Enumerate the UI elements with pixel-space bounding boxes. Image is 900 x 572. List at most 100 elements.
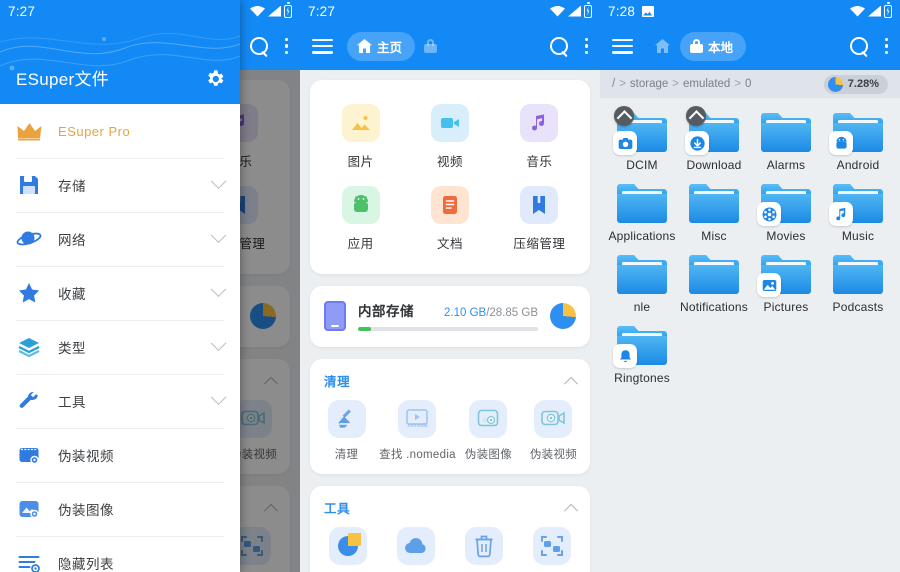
lan-icon	[533, 527, 571, 565]
drawer-item-1[interactable]: 存储	[0, 158, 240, 212]
file-item-2[interactable]: Alarms	[750, 110, 822, 173]
file-item-5[interactable]: Misc	[678, 181, 750, 244]
breadcrumb-separator: >	[734, 78, 742, 90]
floppy-icon	[16, 172, 42, 198]
drawer-item-2[interactable]: 网络	[0, 212, 240, 266]
battery-icon	[584, 2, 592, 18]
drawer-item-8[interactable]: 隐藏列表	[0, 536, 240, 572]
music-icon	[520, 104, 559, 142]
drawer-item-list: ESuper Pro 存储网络收藏 类型 工具 伪装视频 伪装图像 隐藏列表	[0, 104, 240, 572]
status-clock: 7:28	[608, 3, 636, 19]
status-icons	[550, 2, 592, 18]
pie-chart-icon[interactable]	[550, 302, 576, 329]
cloud-icon	[397, 527, 435, 565]
tool-2[interactable]: 伪装图像	[456, 400, 521, 462]
chevron-down-icon[interactable]	[210, 172, 227, 189]
category-2[interactable]: 音乐	[495, 96, 584, 178]
gear-icon[interactable]	[204, 68, 226, 90]
status-bar: 7:27	[300, 0, 600, 22]
drawer-item-label: 网络	[58, 233, 86, 248]
hamburger-icon[interactable]	[312, 38, 333, 54]
storage-row[interactable]: 内部存储 2.10 GB/28.85 GB	[310, 286, 590, 347]
file-item-10[interactable]: Pictures	[750, 252, 822, 315]
disguise-video-icon	[16, 442, 42, 468]
drawer-item-3[interactable]: 收藏	[0, 266, 240, 320]
category-label: 图片	[347, 155, 374, 169]
file-name: Movies	[766, 229, 806, 243]
category-3[interactable]: 应用	[316, 178, 405, 260]
file-item-1[interactable]: Download	[678, 106, 750, 173]
chevron-up-icon[interactable]	[563, 503, 579, 518]
tool-1[interactable]: 网盘	[382, 527, 450, 572]
category-label: 应用	[347, 237, 374, 251]
tool-label: 伪装图像	[464, 449, 512, 461]
breadcrumb-parts: > storage > emulated >0	[615, 78, 751, 90]
category-5[interactable]: 压缩管理	[495, 178, 584, 260]
file-name: Ringtones	[614, 371, 670, 385]
tool-3[interactable]: 局域网	[518, 527, 586, 572]
category-0[interactable]: 图片	[316, 96, 405, 178]
breadcrumb-part-0[interactable]: storage	[630, 78, 668, 90]
file-item-8[interactable]: nle	[606, 252, 678, 315]
drawer-item-0[interactable]: ESuper Pro	[0, 104, 240, 158]
more-vertical-icon[interactable]	[884, 37, 888, 55]
file-item-0[interactable]: DCIM	[606, 106, 678, 173]
lock-icon[interactable]	[424, 39, 438, 53]
drawer-item-6[interactable]: 伪装视频	[0, 428, 240, 482]
more-vertical-icon[interactable]	[284, 37, 288, 55]
breadcrumb-local-chip[interactable]: 本地	[680, 31, 747, 61]
layers-icon	[16, 334, 42, 360]
file-item-9[interactable]: Notifications	[678, 252, 750, 315]
chevron-down-icon[interactable]	[210, 334, 227, 351]
search-icon[interactable]	[249, 36, 269, 56]
breadcrumb-part-1[interactable]: emulated	[683, 78, 730, 90]
crown-icon	[16, 118, 42, 144]
drawer-item-7[interactable]: 伪装图像	[0, 482, 240, 536]
tool-label: 查找 .nomedia	[379, 449, 456, 461]
photo-icon	[642, 5, 655, 17]
chevron-down-icon[interactable]	[210, 388, 227, 405]
chevron-up-icon[interactable]	[563, 376, 579, 391]
breadcrumb-home-button[interactable]	[655, 39, 670, 53]
category-4[interactable]: 文档	[405, 178, 494, 260]
breadcrumb: / > storage > emulated >0 7.28%	[600, 70, 900, 98]
storage-usage-badge[interactable]: 7.28%	[823, 74, 888, 94]
tool-0[interactable]: 分析	[314, 527, 382, 572]
disguise-image-icon	[16, 496, 42, 522]
file-item-11[interactable]: Podcasts	[822, 252, 894, 315]
screenshot-root: 7:27 图片 视频 音乐应用 文档 压缩管理	[0, 0, 900, 572]
drawer-item-4[interactable]: 类型	[0, 320, 240, 374]
search-icon[interactable]	[849, 36, 869, 56]
drawer-title: ESuper文件	[16, 70, 110, 89]
category-1[interactable]: 视频	[405, 96, 494, 178]
folder-icon	[685, 106, 741, 155]
tool-2[interactable]: 回收站	[450, 527, 518, 572]
file-name: Notifications	[680, 300, 748, 314]
status-clock: 7:27	[308, 3, 336, 19]
tool-3[interactable]: 伪装视频	[521, 400, 586, 462]
signal-icon	[868, 5, 881, 17]
file-item-4[interactable]: Applications	[606, 181, 678, 244]
panel-file-browser: 7:28 本地 / > storage > emulated > 0 7.28%…	[600, 0, 900, 572]
chevron-down-icon[interactable]	[210, 280, 227, 297]
file-item-3[interactable]: Android	[822, 110, 894, 173]
more-vertical-icon[interactable]	[584, 37, 588, 55]
file-item-12[interactable]: Ringtones	[606, 323, 678, 386]
folder-icon	[829, 181, 885, 226]
category-label: 音乐	[526, 155, 553, 169]
file-item-7[interactable]: Music	[822, 181, 894, 244]
breadcrumb-home-chip[interactable]: 主页	[347, 31, 416, 61]
hamburger-icon[interactable]	[612, 38, 633, 54]
tool-label: 伪装视频	[529, 449, 578, 461]
file-item-6[interactable]: Movies	[750, 181, 822, 244]
tool-1[interactable]: .nomedia 查找 .nomedia	[379, 400, 456, 462]
battery-icon	[284, 2, 292, 18]
breadcrumb-part-2[interactable]: 0	[745, 78, 751, 90]
clean-title: 清理	[324, 375, 351, 389]
drawer-item-5[interactable]: 工具	[0, 374, 240, 428]
wifi-icon	[850, 5, 865, 17]
search-icon[interactable]	[549, 36, 569, 56]
bell-icon	[613, 344, 637, 368]
chevron-down-icon[interactable]	[210, 226, 227, 243]
tool-0[interactable]: 清理	[314, 400, 379, 462]
